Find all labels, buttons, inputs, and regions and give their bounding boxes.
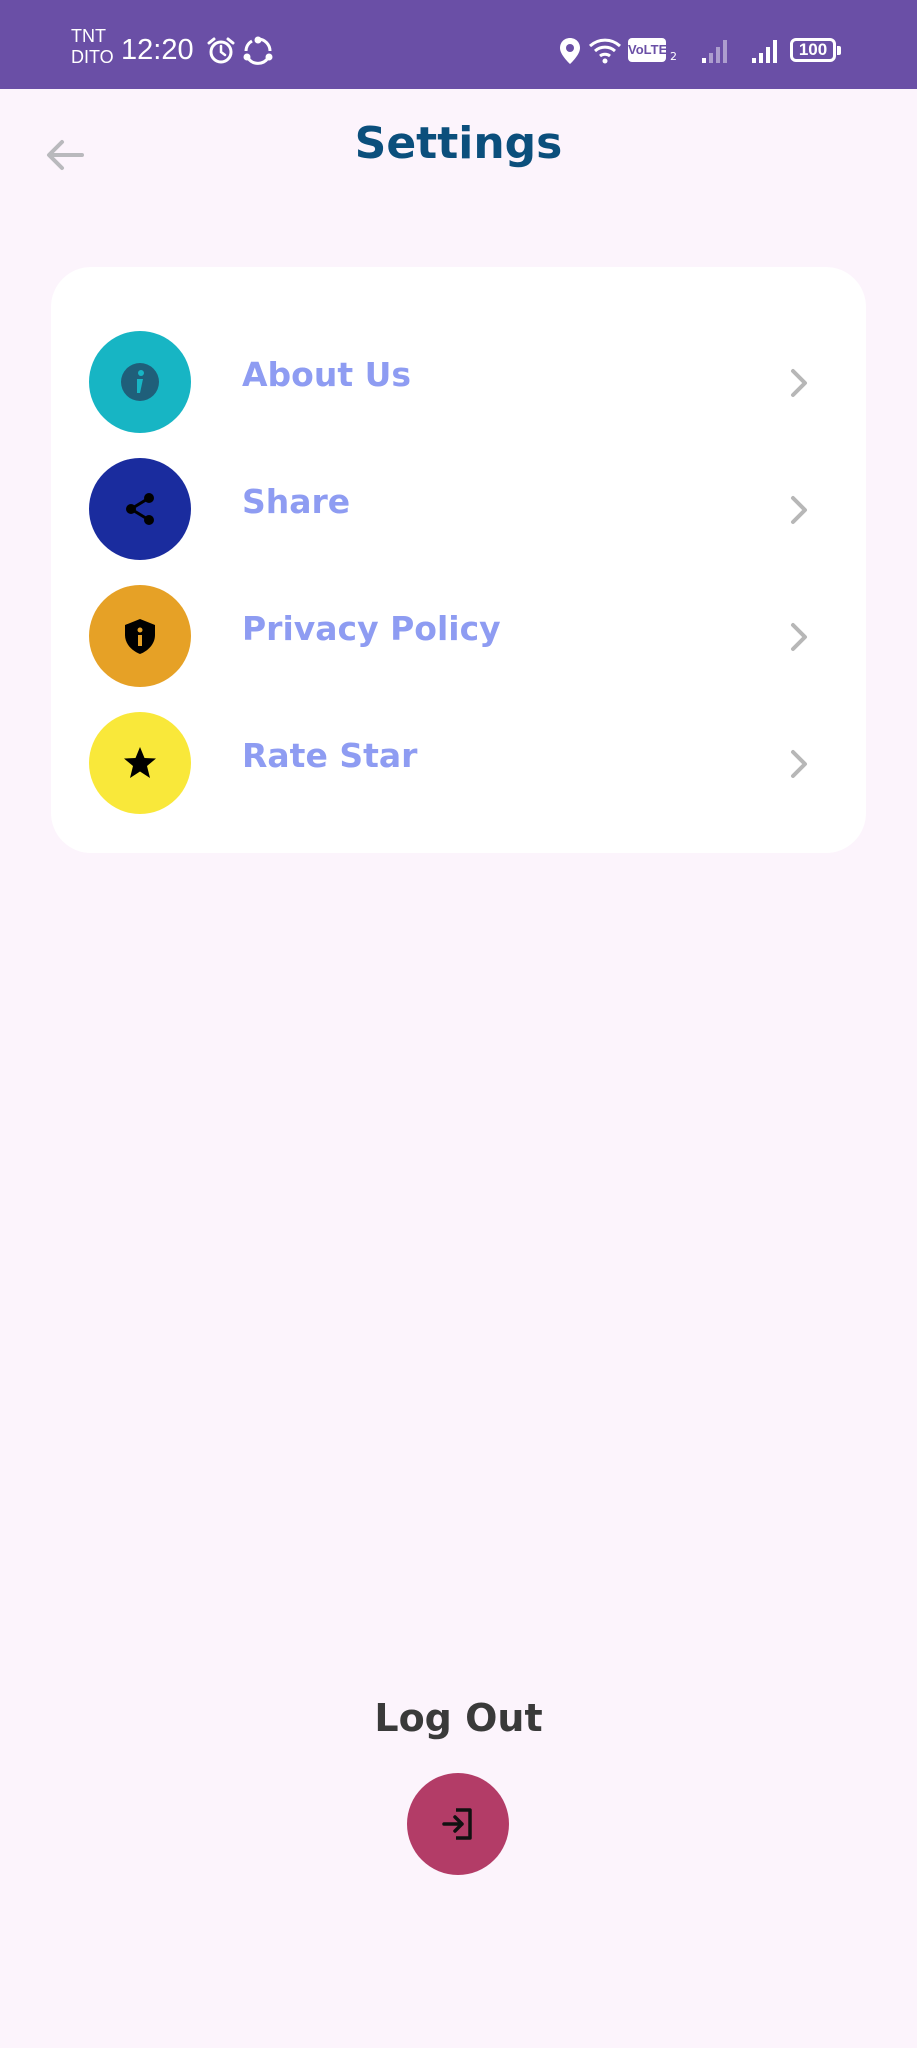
- alarm-icon: [207, 37, 235, 64]
- location-icon: [560, 38, 580, 64]
- sync-icon: [243, 36, 273, 65]
- info-icon: [89, 331, 191, 433]
- carrier-label: TNT DITO: [71, 26, 114, 68]
- chevron-right-icon: [791, 623, 807, 651]
- shield-icon: [89, 585, 191, 687]
- clock: 12:20: [121, 34, 194, 66]
- star-icon: [89, 712, 191, 814]
- signal-weak-icon: [702, 40, 727, 63]
- carrier-top: TNT: [71, 26, 106, 46]
- settings-item-label: Privacy Policy: [242, 609, 501, 648]
- settings-item-about-us[interactable]: About Us: [51, 327, 866, 437]
- page-title: Settings: [354, 118, 563, 169]
- logout-label: Log Out: [374, 1696, 543, 1740]
- battery-icon: 100: [790, 38, 841, 62]
- settings-item-privacy-policy[interactable]: Privacy Policy: [51, 581, 866, 691]
- logout-button[interactable]: [407, 1773, 509, 1875]
- carrier-bottom: DITO: [71, 47, 114, 67]
- settings-item-label: Rate Star: [242, 736, 418, 775]
- settings-card: About Us Share Privacy Policy Rate Star: [51, 267, 866, 853]
- chevron-right-icon: [791, 496, 807, 524]
- chevron-right-icon: [791, 369, 807, 397]
- settings-item-label: About Us: [242, 355, 412, 394]
- logout-icon: [442, 1808, 472, 1840]
- wifi-icon: [588, 38, 622, 64]
- volte-icon: VoLTE: [628, 38, 667, 62]
- volte-sim-number: 2: [670, 50, 677, 63]
- settings-item-label: Share: [242, 482, 351, 521]
- settings-item-share[interactable]: Share: [51, 454, 866, 564]
- settings-item-rate-star[interactable]: Rate Star: [51, 708, 866, 818]
- share-icon: [89, 458, 191, 560]
- chevron-right-icon: [791, 750, 807, 778]
- signal-icon: [752, 40, 777, 63]
- status-bar: TNT DITO 12:20 VoLTE 2 100: [0, 0, 917, 89]
